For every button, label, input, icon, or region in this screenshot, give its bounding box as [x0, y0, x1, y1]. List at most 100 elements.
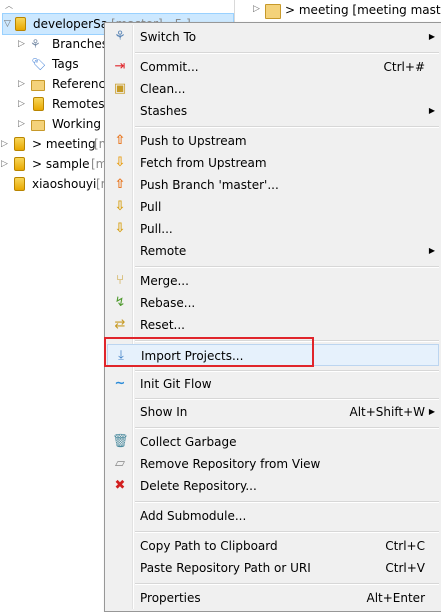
menu-item-show-in[interactable]: Show In Alt+Shift+W ▶: [107, 401, 439, 423]
menu-item-properties[interactable]: Properties Alt+Enter: [107, 587, 439, 609]
menu-item-label: Paste Repository Path or URI: [140, 561, 311, 575]
push-icon: ⇧: [114, 133, 126, 148]
tree-item-label: xiaoshouyi: [32, 177, 97, 191]
menu-separator: [135, 370, 439, 372]
menu-item-label: Remote: [140, 244, 187, 258]
pull-dialog-icon: ⇩: [114, 221, 126, 236]
menu-item-merge[interactable]: ⑂ Merge...: [107, 270, 439, 292]
repository-icon: [14, 137, 25, 151]
reset-icon: ⇄: [114, 317, 126, 332]
tree-item-label: Remotes: [52, 97, 105, 111]
menu-separator: [135, 427, 439, 429]
menu-item-remote[interactable]: Remote ▶: [107, 240, 439, 262]
tree-item-label: Referenc: [52, 77, 106, 91]
right-pane-project-label[interactable]: > meeting [meeting maste: [285, 3, 441, 17]
menu-item-collect-garbage[interactable]: 🗑 Collect Garbage: [107, 431, 439, 453]
annotation-highlight-box: [104, 337, 314, 367]
menu-item-pull-dialog[interactable]: ⇩ Pull...: [107, 218, 439, 240]
menu-item-label: Merge...: [140, 274, 189, 288]
submenu-arrow-icon: ▶: [428, 246, 435, 255]
tree-item-label: Tags: [52, 57, 79, 71]
merge-icon: ⑂: [116, 273, 124, 288]
expand-arrow-icon[interactable]: ▷: [1, 154, 8, 174]
menu-item-fetch-from-upstream[interactable]: ⇩ Fetch from Upstream: [107, 152, 439, 174]
scroll-up-arrow-icon[interactable]: ︿: [5, 0, 13, 11]
context-menu: ⚘ Switch To ▶ ⇥ Commit... Ctrl+# ▣ Clean…: [104, 22, 441, 612]
menu-item-delete-repository[interactable]: ✖ Delete Repository...: [107, 475, 439, 497]
expand-arrow-icon[interactable]: ▷: [18, 114, 25, 134]
tree-item-xiaoshouyi[interactable]: xiaoshouyi [m: [0, 174, 112, 194]
tree-item-label: Branches: [52, 37, 108, 51]
expand-arrow-icon[interactable]: ▷: [18, 74, 25, 94]
menu-item-label: Pull: [140, 200, 162, 214]
menu-item-label: Switch To: [140, 30, 197, 44]
menu-item-push-branch[interactable]: ⇧ Push Branch 'master'...: [107, 174, 439, 196]
folder-icon: [31, 120, 45, 131]
menu-item-label: Rebase...: [140, 296, 196, 310]
repository-icon: [15, 17, 26, 31]
menu-separator: [135, 531, 439, 533]
remotes-icon: [33, 97, 44, 111]
delete-icon: ✖: [114, 478, 126, 493]
menu-item-label: Remove Repository from View: [140, 457, 321, 471]
menu-item-rebase[interactable]: ↯ Rebase...: [107, 292, 439, 314]
menu-item-label: Properties: [140, 591, 201, 605]
tree-item-label: > meeting: [32, 137, 96, 151]
tree-item-working-tree[interactable]: ▷ Working: [0, 114, 104, 134]
pull-icon: ⇩: [114, 199, 126, 214]
branches-icon: ⚘: [30, 37, 41, 51]
menu-item-label: Add Submodule...: [140, 509, 247, 523]
expand-arrow-icon[interactable]: ▷: [1, 134, 8, 154]
menu-separator: [135, 52, 439, 54]
menu-item-add-submodule[interactable]: Add Submodule...: [107, 505, 439, 527]
menu-item-remove-repository[interactable]: ▱ Remove Repository from View: [107, 453, 439, 475]
menu-item-label: Push Branch 'master'...: [140, 178, 279, 192]
menu-separator: [135, 501, 439, 503]
tree-item-tags[interactable]: 🏷 Tags: [0, 54, 104, 74]
repository-icon: [14, 177, 25, 191]
menu-item-shortcut: Alt+Enter: [366, 591, 425, 605]
menu-item-clean[interactable]: ▣ Clean...: [107, 78, 439, 100]
menu-item-shortcut: Alt+Shift+W: [349, 405, 426, 419]
menu-item-label: Show In: [140, 405, 188, 419]
menu-item-copy-path[interactable]: Copy Path to Clipboard Ctrl+C: [107, 535, 439, 557]
menu-separator: [135, 126, 439, 128]
tree-item-label: developerSa: [33, 17, 109, 31]
menu-item-label: Fetch from Upstream: [140, 156, 267, 170]
expand-arrow-icon[interactable]: ▷: [253, 4, 260, 14]
expand-arrow-icon[interactable]: ▷: [18, 34, 25, 54]
menu-item-label: Push to Upstream: [140, 134, 247, 148]
menu-item-reset[interactable]: ⇄ Reset...: [107, 314, 439, 336]
repository-icon: [14, 157, 25, 171]
submenu-arrow-icon: ▶: [428, 407, 435, 416]
git-flow-icon: ∼: [114, 376, 126, 391]
menu-item-paste-path[interactable]: Paste Repository Path or URI Ctrl+V: [107, 557, 439, 579]
menu-item-label: Pull...: [140, 222, 173, 236]
tree-item-sample[interactable]: ▷ > sample [m: [0, 154, 107, 174]
menu-item-stashes[interactable]: Stashes ▶: [107, 100, 439, 122]
rebase-icon: ↯: [114, 295, 126, 310]
folder-icon: [31, 80, 45, 91]
tree-item-remotes[interactable]: ▷ Remotes: [0, 94, 105, 114]
push-branch-icon: ⇧: [114, 177, 126, 192]
menu-item-commit[interactable]: ⇥ Commit... Ctrl+#: [107, 56, 439, 78]
menu-item-label: Delete Repository...: [140, 479, 257, 493]
menu-item-shortcut: Ctrl+V: [385, 561, 425, 575]
menu-item-switch-to[interactable]: ⚘ Switch To ▶: [107, 26, 439, 48]
submenu-arrow-icon: ▶: [428, 32, 435, 41]
tree-item-references[interactable]: ▷ Referenc: [0, 74, 106, 94]
menu-item-init-git-flow[interactable]: ∼ Init Git Flow: [107, 373, 439, 395]
expand-arrow-icon[interactable]: ▽: [4, 14, 11, 34]
menu-item-pull[interactable]: ⇩ Pull: [107, 196, 439, 218]
menu-item-label: Reset...: [140, 318, 185, 332]
menu-separator: [135, 583, 439, 585]
tree-item-branches[interactable]: ▷ ⚘ Branches: [0, 34, 108, 54]
menu-separator: [135, 266, 439, 268]
trash-icon: 🗑: [112, 434, 129, 449]
expand-arrow-icon[interactable]: ▷: [18, 94, 25, 114]
menu-item-label: Clean...: [140, 82, 186, 96]
project-folder-icon: [265, 4, 281, 19]
menu-item-label: Copy Path to Clipboard: [140, 539, 278, 553]
tree-item-meeting[interactable]: ▷ > meeting [m: [0, 134, 110, 154]
menu-item-push-to-upstream[interactable]: ⇧ Push to Upstream: [107, 130, 439, 152]
